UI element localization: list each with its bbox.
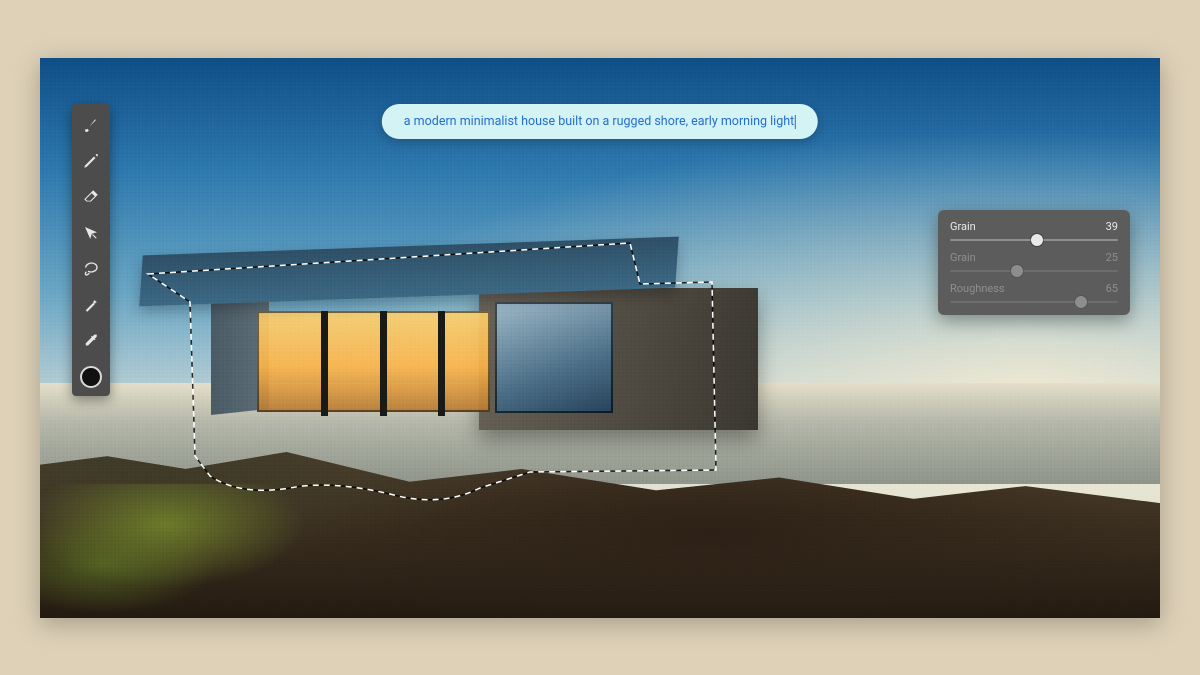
scene-grass [40, 484, 354, 618]
eraser-tool[interactable] [76, 184, 106, 210]
slider-row: Grain 39 [950, 220, 1118, 241]
house-side-volume [479, 288, 759, 430]
vertical-toolbar [72, 104, 110, 396]
lasso-tool[interactable] [76, 256, 106, 282]
wand-tool[interactable] [76, 292, 106, 318]
slider-thumb[interactable] [1011, 265, 1023, 277]
house-pillar [380, 311, 387, 417]
slider-value: 39 [1106, 220, 1118, 233]
eyedropper-icon [82, 332, 100, 350]
slider-thumb[interactable] [1031, 234, 1043, 246]
move-icon [82, 224, 100, 242]
slider-track[interactable] [950, 239, 1118, 241]
house-front-glass [257, 311, 490, 412]
house-pillar [321, 311, 328, 417]
brush-icon [82, 116, 100, 134]
eyedropper-tool[interactable] [76, 328, 106, 354]
slider-row: Roughness 65 [950, 282, 1118, 303]
lasso-icon [82, 260, 100, 278]
image-canvas[interactable]: a modern minimalist house built on a rug… [40, 58, 1160, 618]
canvas-wrapper: a modern minimalist house built on a rug… [40, 58, 1160, 618]
prompt-text: a modern minimalist house built on a rug… [404, 114, 794, 129]
slider-label: Grain [950, 251, 976, 264]
house-side-window [495, 302, 612, 413]
text-caret [795, 115, 796, 129]
prompt-input[interactable]: a modern minimalist house built on a rug… [382, 104, 818, 139]
pencil-tool[interactable] [76, 148, 106, 174]
slider-thumb[interactable] [1075, 296, 1087, 308]
slider-track[interactable] [950, 301, 1118, 303]
slider-label: Roughness [950, 282, 1005, 295]
slider-row: Grain 25 [950, 251, 1118, 272]
house-pillar [438, 311, 445, 417]
adjustments-panel[interactable]: Grain 39 Grain 25 Roughness [938, 210, 1130, 315]
foreground-color-swatch[interactable] [80, 366, 102, 388]
slider-value: 65 [1106, 282, 1118, 295]
slider-track[interactable] [950, 270, 1118, 272]
brush-tool[interactable] [76, 112, 106, 138]
move-tool[interactable] [76, 220, 106, 246]
wand-icon [82, 296, 100, 314]
slider-label: Grain [950, 220, 976, 233]
eraser-icon [82, 188, 100, 206]
slider-value: 25 [1106, 251, 1118, 264]
pencil-icon [82, 152, 100, 170]
scene-house [141, 237, 723, 467]
